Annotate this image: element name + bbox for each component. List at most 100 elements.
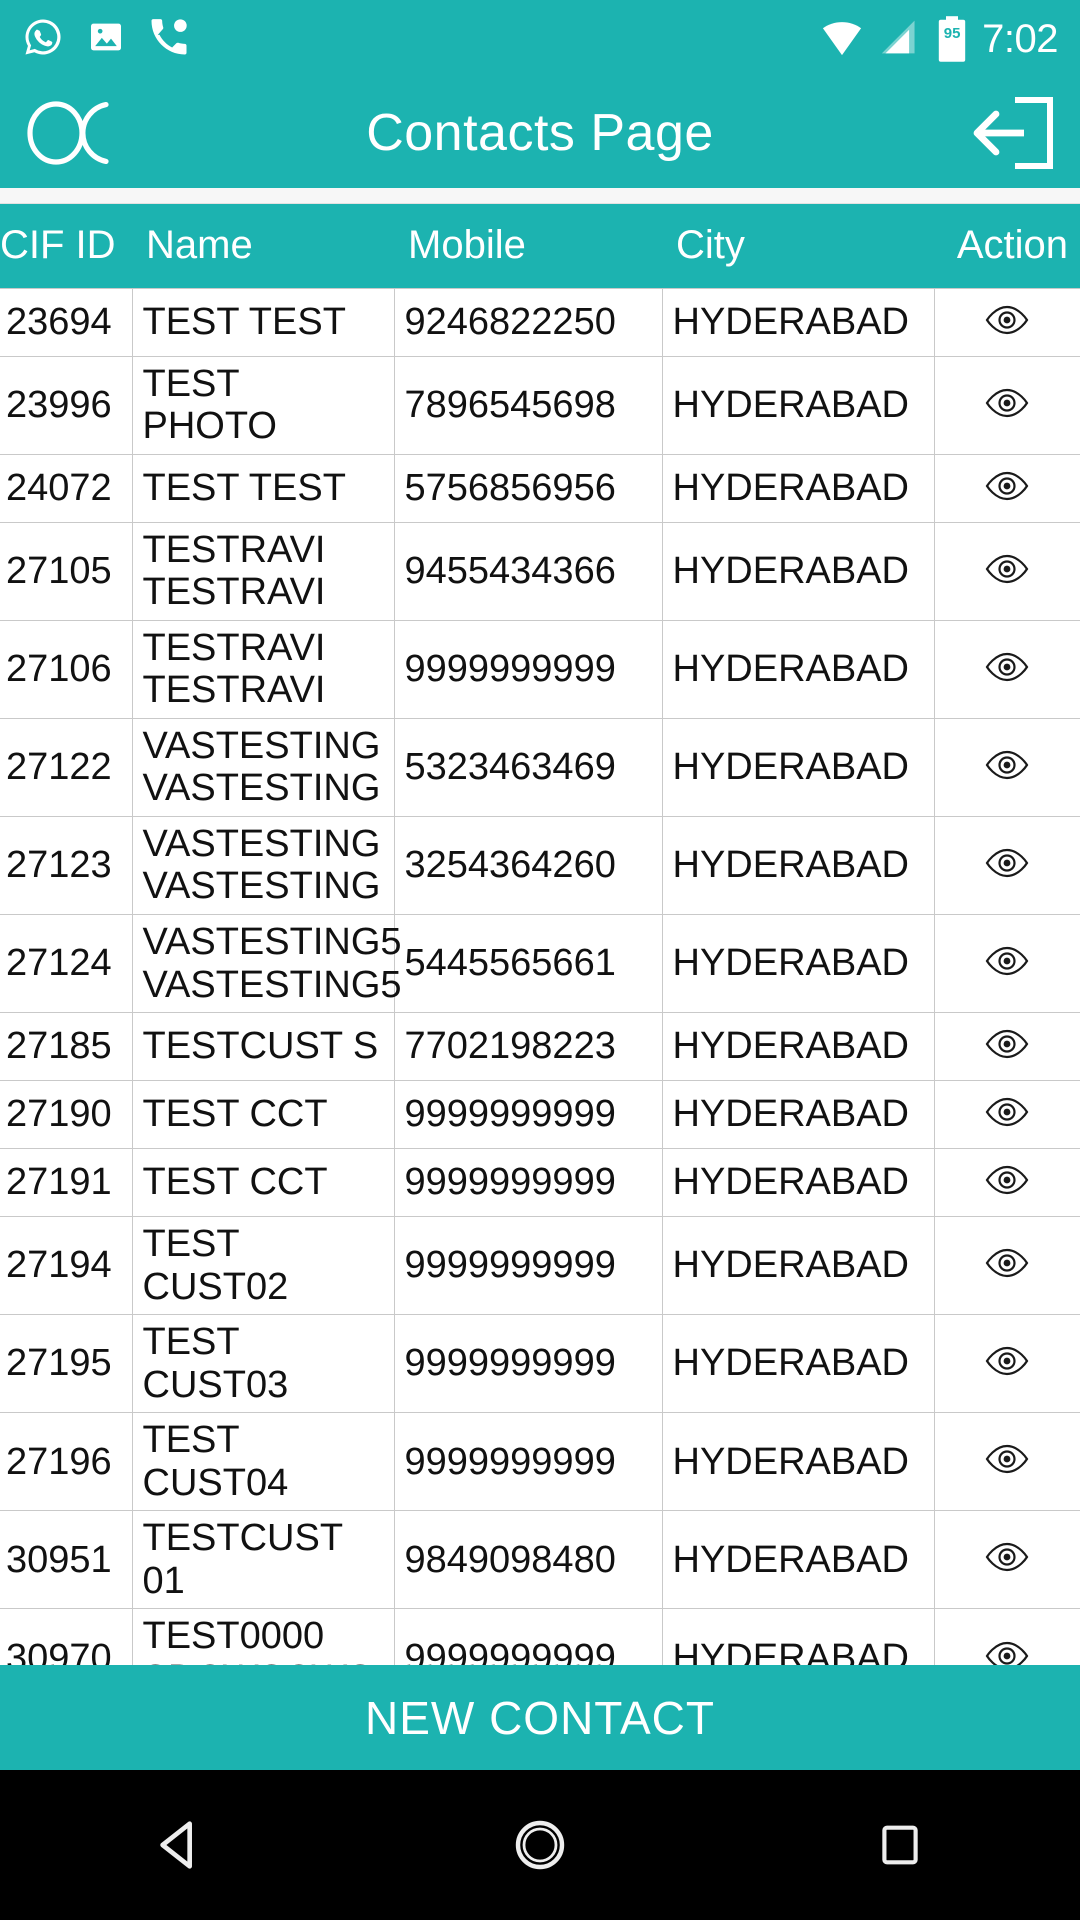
cell-cif-id: 27190	[0, 1080, 133, 1150]
home-icon[interactable]	[480, 1770, 600, 1920]
cell-mobile: 9999999999	[393, 1608, 663, 1665]
cell-action[interactable]	[933, 1510, 1080, 1610]
cell-name: TEST CCT	[131, 1080, 395, 1150]
cell-city: HYDERABAD	[661, 1510, 935, 1610]
cell-name: TEST TEST	[131, 287, 395, 357]
eye-icon[interactable]	[984, 1162, 1030, 1205]
table-row[interactable]: 27122 VASTESTING VASTESTING 5323463469 HYDER…	[0, 717, 1080, 817]
cell-cif-id: 27194	[0, 1216, 133, 1316]
cell-mobile: 7896545698	[393, 355, 663, 455]
cell-city: HYDERABAD	[661, 1012, 935, 1082]
eye-icon[interactable]	[984, 1539, 1030, 1582]
cell-cif-id: 27124	[0, 913, 133, 1014]
whatsapp-icon	[22, 16, 64, 63]
eye-icon[interactable]	[984, 1245, 1030, 1288]
cell-city: HYDERABAD	[661, 287, 935, 357]
cell-action[interactable]	[933, 1216, 1080, 1316]
table-row[interactable]: 30951 TESTCUST 01 9849098480 HYDERABAD	[0, 1510, 1080, 1610]
cell-city: HYDERABAD	[661, 521, 935, 621]
cell-name: TEST CUST02	[131, 1216, 395, 1316]
cell-action[interactable]	[933, 355, 1080, 455]
logout-icon[interactable]	[970, 96, 1056, 170]
status-bar-system-icons: 95 7:02	[820, 15, 1058, 63]
cell-action[interactable]	[933, 913, 1080, 1014]
recents-icon[interactable]	[840, 1770, 960, 1920]
table-row[interactable]: 27185 TESTCUST S 7702198223 HYDERABAD	[0, 1012, 1080, 1082]
cell-name: TEST CUST04	[131, 1412, 395, 1512]
cell-action[interactable]	[933, 815, 1080, 915]
cell-action[interactable]	[933, 1148, 1080, 1218]
contact-name-line1: TEST CCT	[142, 1161, 328, 1204]
contact-name-line1: TESTRAVI	[142, 626, 326, 669]
contact-name-line1: TEST CUST02	[142, 1223, 289, 1308]
contacts-table: CIF ID Name Mobile City Action 23694 TEST…	[0, 204, 1080, 1665]
table-row[interactable]: 27195 TEST CUST03 9999999999 HYDERABAD	[0, 1314, 1080, 1414]
cell-cif-id: 27105	[0, 521, 133, 621]
column-header-city[interactable]: City	[662, 204, 934, 288]
eye-icon[interactable]	[984, 1441, 1030, 1484]
cell-action[interactable]	[933, 717, 1080, 817]
column-header-cif-id[interactable]: CIF ID	[0, 204, 132, 288]
table-row[interactable]: 27124 VASTESTING5 VASTESTING5 5445565661 HYD…	[0, 913, 1080, 1014]
eye-icon[interactable]	[984, 1343, 1030, 1386]
cell-mobile: 7702198223	[393, 1012, 663, 1082]
android-navigation-bar	[0, 1770, 1080, 1920]
table-row[interactable]: 27106 TESTRAVI TESTRAVI 9999999999 HYDERABAD	[0, 619, 1080, 719]
cell-name: TEST CUST03	[131, 1314, 395, 1414]
table-row[interactable]: 27123 VASTESTING VASTESTING 3254364260 HYDER…	[0, 815, 1080, 915]
cell-action[interactable]	[933, 1012, 1080, 1082]
eye-icon[interactable]	[984, 468, 1030, 511]
back-icon[interactable]	[120, 1770, 240, 1920]
cell-action[interactable]	[933, 1080, 1080, 1150]
table-row[interactable]: 27190 TEST CCT 9999999999 HYDERABAD	[0, 1080, 1080, 1150]
column-header-name[interactable]: Name	[132, 204, 394, 288]
table-row[interactable]: 27191 TEST CCT 9999999999 HYDERABAD	[0, 1148, 1080, 1218]
cell-action[interactable]	[933, 453, 1080, 523]
cell-name: TESTRAVI TESTRAVI	[131, 521, 395, 621]
table-row[interactable]: 30970TEST0000SDCWSCWS9999999999HYDERABAD	[0, 1608, 1080, 1665]
column-header-action[interactable]: Action	[934, 204, 1080, 288]
new-contact-button[interactable]: NEW CONTACT	[0, 1665, 1080, 1770]
cell-city: HYDERABAD	[661, 1080, 935, 1150]
eye-icon[interactable]	[984, 1026, 1030, 1069]
contact-name-line1: VASTESTING5	[142, 920, 402, 963]
table-row[interactable]: 23996 TEST PHOTO 7896545698 HYDERABAD	[0, 355, 1080, 455]
table-row[interactable]: 24072 TEST TEST 5756856956 HYDERABAD	[0, 453, 1080, 523]
cell-action[interactable]	[933, 1412, 1080, 1512]
cell-action[interactable]	[933, 521, 1080, 621]
cell-cif-id: 23694	[0, 287, 133, 357]
cell-action[interactable]	[933, 1314, 1080, 1414]
cell-action[interactable]	[933, 1608, 1080, 1665]
contacts-table-container[interactable]: CIF ID Name Mobile City Action 23694 TEST…	[0, 204, 1080, 1665]
eye-icon[interactable]	[984, 302, 1030, 345]
column-header-mobile[interactable]: Mobile	[394, 204, 662, 288]
cell-action[interactable]	[933, 287, 1080, 357]
table-row[interactable]: 27196 TEST CUST04 9999999999 HYDERABAD	[0, 1412, 1080, 1512]
cell-cif-id: 27191	[0, 1148, 133, 1218]
table-row[interactable]: 23694 TEST TEST 9246822250 HYDERABAD	[0, 287, 1080, 357]
cell-name: TESTCUST 01	[131, 1510, 395, 1610]
eye-icon[interactable]	[984, 845, 1030, 888]
eye-icon[interactable]	[984, 1094, 1030, 1137]
cell-cif-id: 27106	[0, 619, 133, 719]
contact-name-line1: TEST TEST	[142, 300, 346, 343]
table-row[interactable]: 27194 TEST CUST02 9999999999 HYDERABAD	[0, 1216, 1080, 1316]
cell-city: HYDERABAD	[661, 1148, 935, 1218]
cell-mobile: 9455434366	[393, 521, 663, 621]
cell-action[interactable]	[933, 619, 1080, 719]
cell-city: HYDERABAD	[661, 1314, 935, 1414]
contact-name-line1: VASTESTING	[142, 724, 381, 767]
cell-mobile: 9999999999	[393, 1148, 663, 1218]
new-contact-label: NEW CONTACT	[364, 1691, 715, 1744]
eye-icon[interactable]	[984, 1638, 1030, 1665]
eye-icon[interactable]	[984, 385, 1030, 428]
eye-icon[interactable]	[984, 747, 1030, 790]
cell-city: HYDERABAD	[661, 815, 935, 915]
contact-name-line2: SDCWSCWS	[143, 1658, 384, 1665]
eye-icon[interactable]	[984, 551, 1030, 594]
cell-name: TEST TEST	[131, 453, 395, 523]
infinity-logo-icon[interactable]	[24, 100, 134, 166]
table-row[interactable]: 27105 TESTRAVI TESTRAVI 9455434366 HYDERABAD	[0, 521, 1080, 621]
eye-icon[interactable]	[984, 943, 1030, 986]
eye-icon[interactable]	[984, 649, 1030, 692]
